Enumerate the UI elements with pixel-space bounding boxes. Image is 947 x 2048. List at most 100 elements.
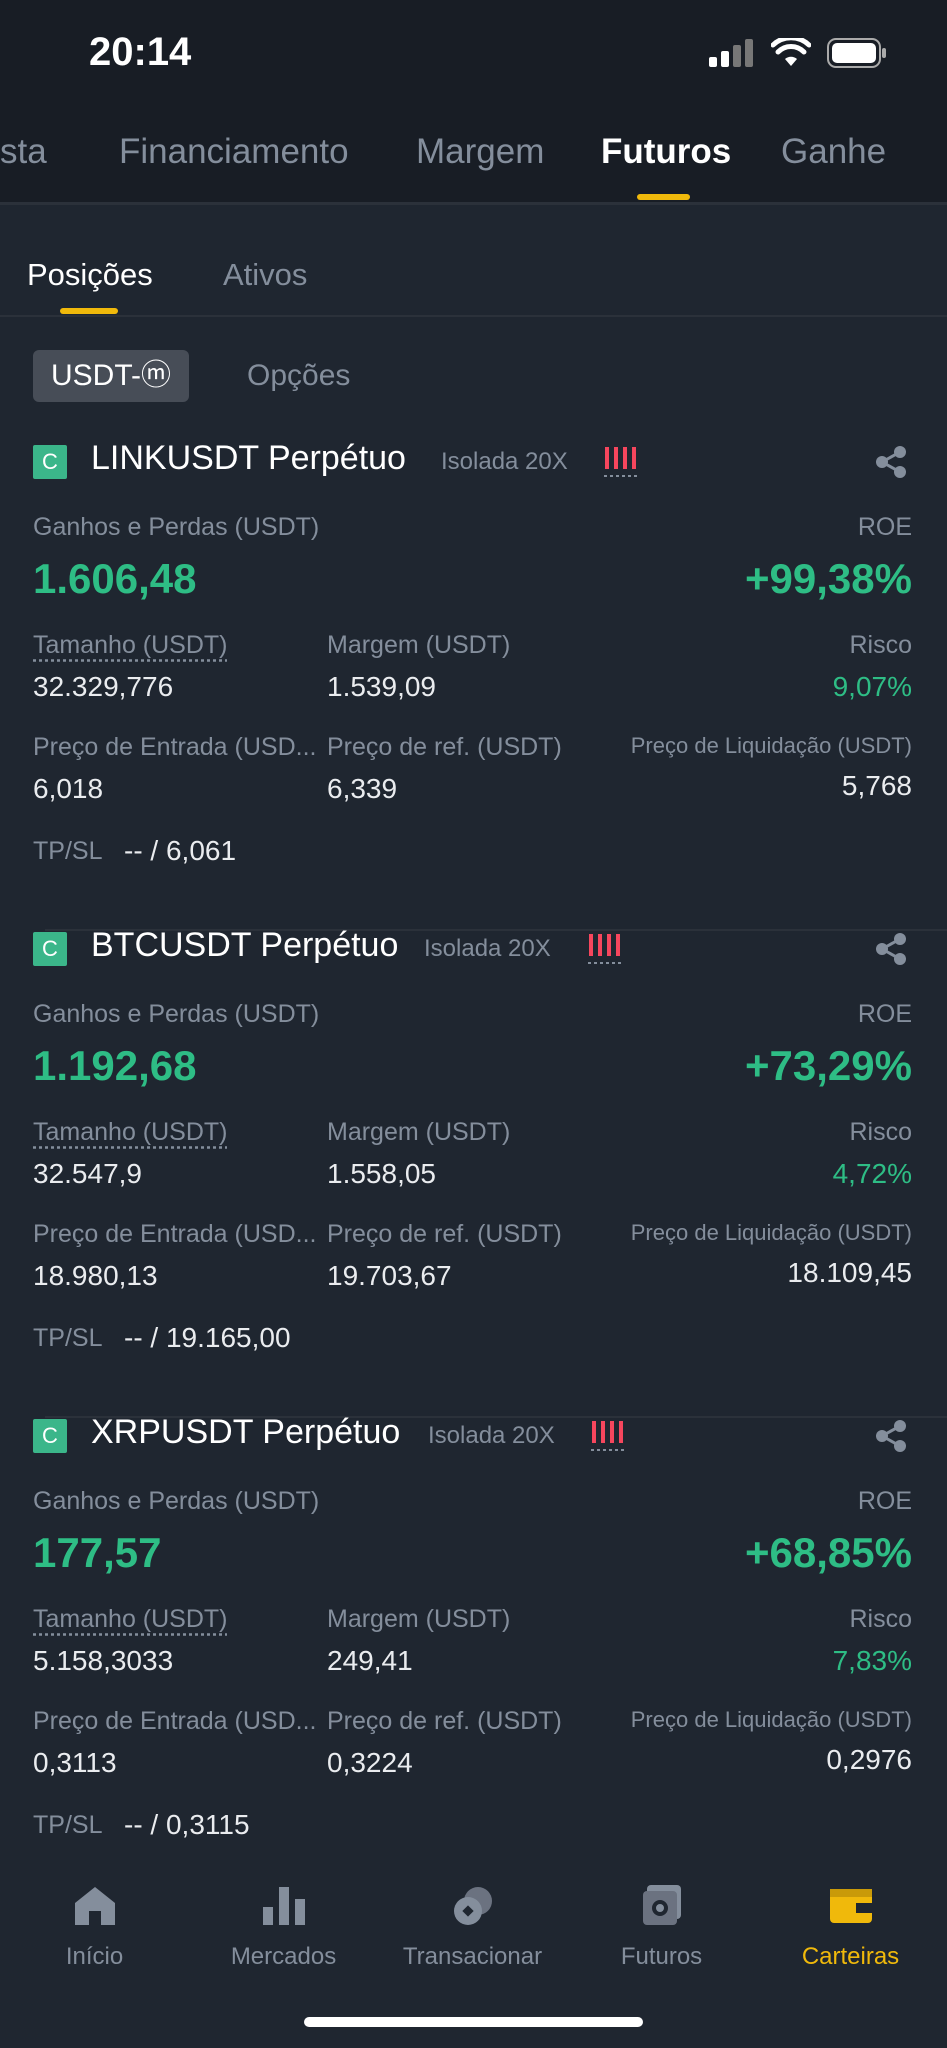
tab-ganhe[interactable]: Ganhe — [781, 132, 886, 172]
risk-level-icon — [591, 1421, 624, 1451]
roe-label: ROE — [857, 1487, 912, 1515]
entry-price-label: Preço de Entrada (USD... — [33, 733, 317, 761]
roe-value: +73,29% — [745, 1042, 912, 1089]
tpsl-label: TP/SL — [33, 1324, 103, 1352]
nav-label: Transacionar — [402, 1943, 543, 1970]
position-symbol[interactable]: LINKUSDT Perpétuo — [91, 439, 406, 478]
sub-tabs: Posições Ativos — [0, 205, 947, 317]
liq-price-label: Preço de Liquidação (USDT) — [630, 1220, 912, 1245]
mark-price-value: 6,339 — [327, 773, 398, 804]
tab-financiamento[interactable]: Financiamento — [119, 132, 349, 172]
margin-value: 1.558,05 — [327, 1158, 436, 1189]
size-value: 32.547,9 — [33, 1158, 142, 1189]
home-icon — [74, 1887, 115, 1925]
position-card[interactable]: C BTCUSDT Perpétuo Isolada 20X Ganhos e … — [0, 926, 947, 1418]
tab-margem[interactable]: Margem — [416, 132, 544, 172]
tab-ativos[interactable]: Ativos — [223, 257, 307, 293]
status-icons — [709, 38, 887, 68]
risk-label: Risco — [849, 1605, 912, 1633]
risk-label: Risco — [849, 1118, 912, 1146]
signal-icon — [709, 39, 753, 67]
roe-value: +68,85% — [745, 1529, 912, 1576]
nav-transacionar[interactable]: Transacionar — [378, 1865, 567, 1971]
home-indicator[interactable] — [304, 2017, 643, 2027]
pnl-label: Ganhos e Perdas (USDT) — [33, 1487, 320, 1515]
nav-futuros[interactable]: Futuros — [567, 1865, 756, 1971]
mark-price-label: Preço de ref. (USDT) — [327, 1707, 562, 1735]
size-label[interactable]: Tamanho (USDT) — [33, 1605, 228, 1634]
pnl-value: 177,57 — [33, 1529, 162, 1576]
tpsl-value[interactable]: -- / 0,3115 — [124, 1809, 250, 1841]
tpsl-label: TP/SL — [33, 837, 103, 865]
status-time: 20:14 — [89, 30, 192, 74]
liq-price-value: 5,768 — [841, 770, 912, 801]
nav-label: Mercados — [230, 1943, 337, 1970]
futures-icon — [642, 1885, 681, 1925]
risk-value: 7,83% — [832, 1645, 912, 1676]
tpsl-label: TP/SL — [33, 1811, 103, 1839]
size-label[interactable]: Tamanho (USDT) — [33, 631, 228, 660]
size-label[interactable]: Tamanho (USDT) — [33, 1118, 228, 1147]
roe-label: ROE — [857, 513, 912, 541]
entry-price-value: 6,018 — [33, 773, 104, 804]
filter-usdt-m[interactable]: USDT-ⓜ — [33, 350, 189, 402]
status-bar: 20:14 — [0, 0, 947, 110]
nav-label: Início — [65, 1943, 124, 1970]
pnl-value: 1.606,48 — [33, 555, 197, 602]
entry-price-value: 18.980,13 — [33, 1260, 158, 1291]
position-card[interactable]: C LINKUSDT Perpétuo Isolada 20X Ganhos e… — [0, 439, 947, 931]
tab-active-indicator — [637, 194, 690, 200]
position-symbol[interactable]: XRPUSDT Perpétuo — [91, 1413, 400, 1452]
risk-value: 4,72% — [832, 1158, 912, 1189]
pnl-label: Ganhos e Perdas (USDT) — [33, 513, 320, 541]
share-icon[interactable] — [873, 931, 909, 967]
nav-carteiras[interactable]: Carteiras — [756, 1865, 945, 1971]
mark-price-label: Preço de ref. (USDT) — [327, 1220, 562, 1248]
tpsl-value[interactable]: -- / 6,061 — [124, 835, 236, 867]
wifi-icon — [771, 38, 811, 66]
contract-badge: C — [33, 932, 67, 966]
liq-price-label: Preço de Liquidação (USDT) — [630, 1707, 912, 1732]
battery-icon — [827, 38, 886, 68]
contract-badge: C — [33, 445, 67, 479]
position-symbol[interactable]: BTCUSDT Perpétuo — [91, 926, 398, 965]
margin-mode: Isolada 20X — [441, 448, 568, 475]
liq-price-value: 0,2976 — [826, 1744, 912, 1775]
position-card[interactable]: C XRPUSDT Perpétuo Isolada 20X Ganhos e … — [0, 1413, 947, 1905]
pnl-value: 1.192,68 — [33, 1042, 197, 1089]
contract-badge: C — [33, 1419, 67, 1453]
size-value: 5.158,3033 — [33, 1645, 174, 1676]
liq-price-value: 18.109,45 — [787, 1257, 912, 1288]
nav-label: Futuros — [620, 1943, 703, 1970]
size-value: 32.329,776 — [33, 671, 174, 702]
margin-label: Margem (USDT) — [327, 631, 511, 659]
wallet-icon — [829, 1889, 872, 1923]
tab-posicoes[interactable]: Posições — [27, 257, 153, 293]
tab-lista[interactable]: sta — [0, 132, 47, 172]
tpsl-value[interactable]: -- / 19.165,00 — [124, 1322, 291, 1354]
nav-mercados[interactable]: Mercados — [189, 1865, 378, 1971]
margin-mode: Isolada 20X — [428, 1422, 555, 1449]
liq-price-label: Preço de Liquidação (USDT) — [630, 733, 912, 758]
risk-label: Risco — [849, 631, 912, 659]
nav-label: Carteiras — [801, 1943, 900, 1970]
share-icon[interactable] — [873, 1418, 909, 1454]
mark-price-value: 0,3224 — [327, 1747, 413, 1778]
risk-level-icon — [588, 934, 621, 964]
risk-level-icon — [604, 447, 637, 477]
mark-price-label: Preço de ref. (USDT) — [327, 733, 562, 761]
nav-inicio[interactable]: Início — [0, 1865, 189, 1971]
entry-price-value: 0,3113 — [33, 1747, 117, 1778]
entry-price-label: Preço de Entrada (USD... — [33, 1220, 317, 1248]
share-icon[interactable] — [873, 444, 909, 480]
filter-opcoes[interactable]: Opções — [247, 350, 350, 402]
roe-label: ROE — [857, 1000, 912, 1028]
mark-price-value: 19.703,67 — [327, 1260, 452, 1291]
margin-value: 249,41 — [327, 1645, 413, 1676]
risk-value: 9,07% — [832, 671, 912, 702]
trade-icon — [453, 1887, 492, 1925]
tab-futuros[interactable]: Futuros — [601, 132, 731, 172]
roe-value: +99,38% — [745, 555, 912, 602]
margin-mode: Isolada 20X — [424, 935, 551, 962]
subtab-active-indicator — [60, 308, 118, 314]
